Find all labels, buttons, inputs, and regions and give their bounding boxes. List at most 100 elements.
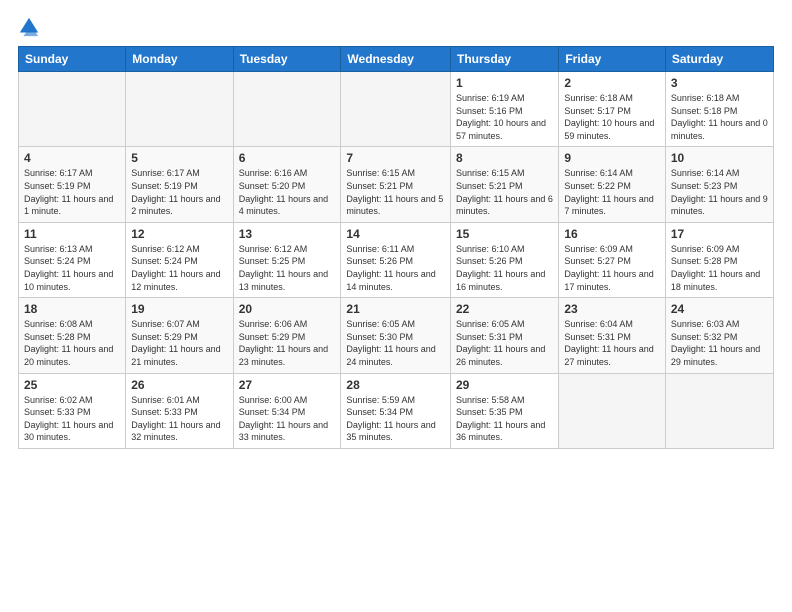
day-info-21: Sunrise: 6:05 AM Sunset: 5:30 PM Dayligh… <box>346 318 445 368</box>
day-info-26: Sunrise: 6:01 AM Sunset: 5:33 PM Dayligh… <box>131 394 227 444</box>
day-number-22: 22 <box>456 302 553 316</box>
day-info-6: Sunrise: 6:16 AM Sunset: 5:20 PM Dayligh… <box>239 167 336 217</box>
day-cell-4-3: 28 Sunrise: 5:59 AM Sunset: 5:34 PM Dayli… <box>341 373 451 448</box>
day-info-15: Sunrise: 6:10 AM Sunset: 5:26 PM Dayligh… <box>456 243 553 293</box>
day-number-26: 26 <box>131 378 227 392</box>
day-cell-3-1: 19 Sunrise: 6:07 AM Sunset: 5:29 PM Dayli… <box>126 298 233 373</box>
day-cell-2-6: 17Sunrise: 6:09 AM Sunset: 5:28 PM Dayli… <box>665 222 773 297</box>
day-cell-1-0: 4Sunrise: 6:17 AM Sunset: 5:19 PM Daylig… <box>19 147 126 222</box>
day-cell-4-1: 26 Sunrise: 6:01 AM Sunset: 5:33 PM Dayli… <box>126 373 233 448</box>
day-cell-1-4: 8Sunrise: 6:15 AM Sunset: 5:21 PM Daylig… <box>451 147 559 222</box>
day-cell-1-2: 6 Sunrise: 6:16 AM Sunset: 5:20 PM Daylig… <box>233 147 341 222</box>
day-cell-2-3: 14 Sunrise: 6:11 AM Sunset: 5:26 PM Dayli… <box>341 222 451 297</box>
week-row-3: 18 Sunrise: 6:08 AM Sunset: 5:28 PM Dayli… <box>19 298 774 373</box>
day-info-3: Sunrise: 6:18 AM Sunset: 5:18 PM Dayligh… <box>671 92 768 142</box>
day-info-5: Sunrise: 6:17 AM Sunset: 5:19 PM Dayligh… <box>131 167 227 217</box>
day-number-25: 25 <box>24 378 120 392</box>
day-cell-1-5: 9 Sunrise: 6:14 AM Sunset: 5:22 PM Daylig… <box>559 147 666 222</box>
day-number-9: 9 <box>564 151 660 165</box>
day-cell-2-2: 13 Sunrise: 6:12 AM Sunset: 5:25 PM Dayli… <box>233 222 341 297</box>
day-info-14: Sunrise: 6:11 AM Sunset: 5:26 PM Dayligh… <box>346 243 445 293</box>
day-info-2: Sunrise: 6:18 AM Sunset: 5:17 PM Dayligh… <box>564 92 660 142</box>
day-number-6: 6 <box>239 151 336 165</box>
day-number-15: 15 <box>456 227 553 241</box>
day-cell-3-4: 22 Sunrise: 6:05 AM Sunset: 5:31 PM Dayli… <box>451 298 559 373</box>
week-row-2: 11Sunrise: 6:13 AM Sunset: 5:24 PM Dayli… <box>19 222 774 297</box>
day-info-13: Sunrise: 6:12 AM Sunset: 5:25 PM Dayligh… <box>239 243 336 293</box>
day-info-27: Sunrise: 6:00 AM Sunset: 5:34 PM Dayligh… <box>239 394 336 444</box>
week-row-4: 25 Sunrise: 6:02 AM Sunset: 5:33 PM Dayli… <box>19 373 774 448</box>
day-info-11: Sunrise: 6:13 AM Sunset: 5:24 PM Dayligh… <box>24 243 120 293</box>
day-number-28: 28 <box>346 378 445 392</box>
day-info-4: Sunrise: 6:17 AM Sunset: 5:19 PM Dayligh… <box>24 167 120 217</box>
day-number-7: 7 <box>346 151 445 165</box>
day-number-18: 18 <box>24 302 120 316</box>
day-number-2: 2 <box>564 76 660 90</box>
calendar: SundayMondayTuesdayWednesdayThursdayFrid… <box>18 46 774 449</box>
header-sunday: Sunday <box>19 47 126 72</box>
day-number-24: 24 <box>671 302 768 316</box>
day-cell-3-2: 20 Sunrise: 6:06 AM Sunset: 5:29 PM Dayli… <box>233 298 341 373</box>
header-thursday: Thursday <box>451 47 559 72</box>
day-cell-2-4: 15 Sunrise: 6:10 AM Sunset: 5:26 PM Dayli… <box>451 222 559 297</box>
day-info-20: Sunrise: 6:06 AM Sunset: 5:29 PM Dayligh… <box>239 318 336 368</box>
day-cell-4-2: 27 Sunrise: 6:00 AM Sunset: 5:34 PM Dayli… <box>233 373 341 448</box>
day-number-23: 23 <box>564 302 660 316</box>
day-number-27: 27 <box>239 378 336 392</box>
day-cell-4-5 <box>559 373 666 448</box>
day-cell-0-1 <box>126 72 233 147</box>
day-cell-0-5: 2 Sunrise: 6:18 AM Sunset: 5:17 PM Daylig… <box>559 72 666 147</box>
day-info-29: Sunrise: 5:58 AM Sunset: 5:35 PM Dayligh… <box>456 394 553 444</box>
day-cell-0-2 <box>233 72 341 147</box>
day-cell-1-6: 10 Sunrise: 6:14 AM Sunset: 5:23 PM Dayli… <box>665 147 773 222</box>
day-number-13: 13 <box>239 227 336 241</box>
day-info-10: Sunrise: 6:14 AM Sunset: 5:23 PM Dayligh… <box>671 167 768 217</box>
day-number-10: 10 <box>671 151 768 165</box>
day-cell-0-3 <box>341 72 451 147</box>
day-info-22: Sunrise: 6:05 AM Sunset: 5:31 PM Dayligh… <box>456 318 553 368</box>
day-number-17: 17 <box>671 227 768 241</box>
day-info-18: Sunrise: 6:08 AM Sunset: 5:28 PM Dayligh… <box>24 318 120 368</box>
day-cell-4-6 <box>665 373 773 448</box>
day-cell-2-5: 16Sunrise: 6:09 AM Sunset: 5:27 PM Dayli… <box>559 222 666 297</box>
day-cell-3-3: 21 Sunrise: 6:05 AM Sunset: 5:30 PM Dayli… <box>341 298 451 373</box>
weekday-header-row: SundayMondayTuesdayWednesdayThursdayFrid… <box>19 47 774 72</box>
header-wednesday: Wednesday <box>341 47 451 72</box>
day-number-8: 8 <box>456 151 553 165</box>
page: SundayMondayTuesdayWednesdayThursdayFrid… <box>0 0 792 612</box>
day-info-25: Sunrise: 6:02 AM Sunset: 5:33 PM Dayligh… <box>24 394 120 444</box>
day-cell-0-6: 3 Sunrise: 6:18 AM Sunset: 5:18 PM Daylig… <box>665 72 773 147</box>
day-info-19: Sunrise: 6:07 AM Sunset: 5:29 PM Dayligh… <box>131 318 227 368</box>
day-info-24: Sunrise: 6:03 AM Sunset: 5:32 PM Dayligh… <box>671 318 768 368</box>
day-info-1: Sunrise: 6:19 AM Sunset: 5:16 PM Dayligh… <box>456 92 553 142</box>
logo-icon <box>18 16 40 38</box>
header-saturday: Saturday <box>665 47 773 72</box>
day-info-9: Sunrise: 6:14 AM Sunset: 5:22 PM Dayligh… <box>564 167 660 217</box>
header-friday: Friday <box>559 47 666 72</box>
day-number-12: 12 <box>131 227 227 241</box>
day-cell-3-5: 23 Sunrise: 6:04 AM Sunset: 5:31 PM Dayli… <box>559 298 666 373</box>
day-cell-3-6: 24 Sunrise: 6:03 AM Sunset: 5:32 PM Dayli… <box>665 298 773 373</box>
day-info-7: Sunrise: 6:15 AM Sunset: 5:21 PM Dayligh… <box>346 167 445 217</box>
day-cell-0-0 <box>19 72 126 147</box>
day-info-28: Sunrise: 5:59 AM Sunset: 5:34 PM Dayligh… <box>346 394 445 444</box>
day-number-20: 20 <box>239 302 336 316</box>
day-cell-3-0: 18 Sunrise: 6:08 AM Sunset: 5:28 PM Dayli… <box>19 298 126 373</box>
day-cell-4-0: 25 Sunrise: 6:02 AM Sunset: 5:33 PM Dayli… <box>19 373 126 448</box>
day-info-16: Sunrise: 6:09 AM Sunset: 5:27 PM Dayligh… <box>564 243 660 293</box>
day-number-21: 21 <box>346 302 445 316</box>
day-number-19: 19 <box>131 302 227 316</box>
header-monday: Monday <box>126 47 233 72</box>
day-info-12: Sunrise: 6:12 AM Sunset: 5:24 PM Dayligh… <box>131 243 227 293</box>
day-number-3: 3 <box>671 76 768 90</box>
week-row-1: 4Sunrise: 6:17 AM Sunset: 5:19 PM Daylig… <box>19 147 774 222</box>
day-cell-2-0: 11Sunrise: 6:13 AM Sunset: 5:24 PM Dayli… <box>19 222 126 297</box>
day-number-1: 1 <box>456 76 553 90</box>
day-number-5: 5 <box>131 151 227 165</box>
day-cell-2-1: 12 Sunrise: 6:12 AM Sunset: 5:24 PM Dayli… <box>126 222 233 297</box>
header-tuesday: Tuesday <box>233 47 341 72</box>
week-row-0: 1 Sunrise: 6:19 AM Sunset: 5:16 PM Daylig… <box>19 72 774 147</box>
day-number-14: 14 <box>346 227 445 241</box>
day-info-23: Sunrise: 6:04 AM Sunset: 5:31 PM Dayligh… <box>564 318 660 368</box>
day-number-29: 29 <box>456 378 553 392</box>
